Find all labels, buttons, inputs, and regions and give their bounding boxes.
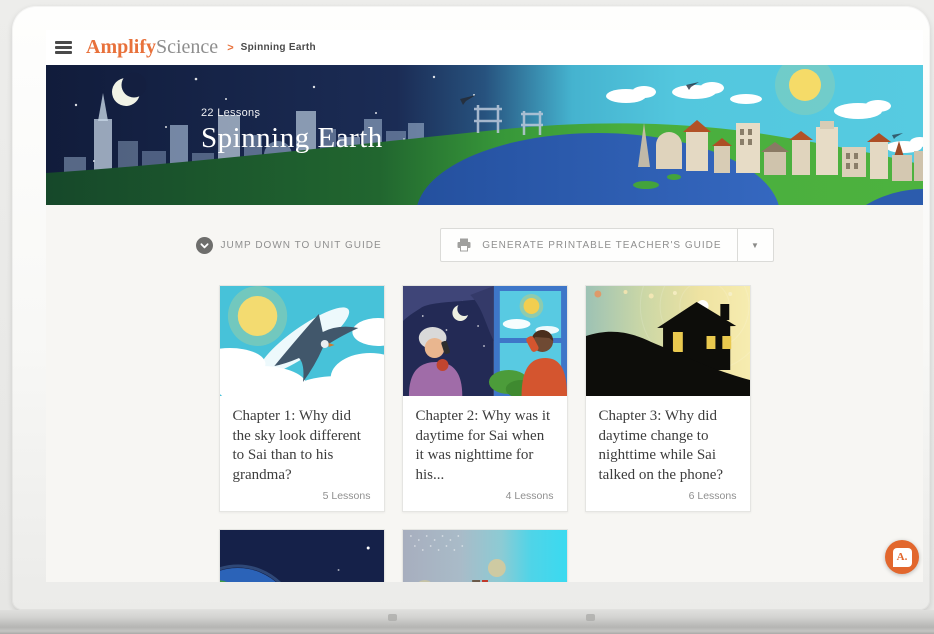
chapter-2-illustration — [403, 286, 567, 396]
printer-icon — [456, 238, 472, 252]
chapter-3-card[interactable]: Chapter 3: Why did daytime change to nig… — [585, 285, 751, 512]
chapter-title: Chapter 2: Why was it daytime for Sai wh… — [416, 407, 554, 485]
chapter-lessons-count: 4 Lessons — [416, 490, 554, 502]
help-widget-button[interactable]: A. — [885, 540, 919, 574]
laptop-base — [0, 610, 934, 634]
breadcrumb-current: Spinning Earth — [241, 42, 316, 53]
chapter-2-card[interactable]: Chapter 2: Why was it daytime for Sai wh… — [402, 285, 568, 512]
menu-icon[interactable] — [55, 41, 72, 54]
laptop-hinge-notch — [388, 614, 397, 621]
jump-to-unit-guide-link[interactable]: JUMP DOWN TO UNIT GUIDE — [196, 237, 382, 254]
amplify-chat-bubble-icon: A. — [893, 548, 912, 567]
breadcrumb-separator-icon: > — [227, 42, 233, 54]
laptop-hinge-notch — [586, 614, 595, 621]
chapter-5-card-preview[interactable] — [402, 529, 568, 582]
chevron-down-circle-icon — [196, 237, 213, 254]
guide-options-dropdown-button[interactable]: ▼ — [737, 229, 773, 261]
chapter-card-grid: Chapter 1: Why did the sky look differen… — [219, 285, 751, 582]
generate-button-label: GENERATE PRINTABLE TEACHER'S GUIDE — [482, 240, 721, 251]
brand-science: Science — [156, 36, 218, 58]
app-window: AmplifyScience > Spinning Earth — [46, 30, 923, 582]
generate-guide-split-button: GENERATE PRINTABLE TEACHER'S GUIDE ▼ — [440, 228, 773, 262]
unit-title: Spinning Earth — [201, 122, 383, 155]
day-night-earth-illustration — [46, 65, 923, 205]
chapter-title: Chapter 3: Why did daytime change to nig… — [599, 407, 737, 485]
top-navigation-bar: AmplifyScience > Spinning Earth — [46, 30, 923, 65]
avatar-label: A. — [897, 551, 908, 563]
chapter-1-card[interactable]: Chapter 1: Why did the sky look differen… — [219, 285, 385, 512]
jump-link-label: JUMP DOWN TO UNIT GUIDE — [221, 240, 382, 251]
chapter-lessons-count: 6 Lessons — [599, 490, 737, 502]
unit-hero-banner: 22 Lessons Spinning Earth — [46, 65, 923, 205]
chapter-4-card-preview[interactable] — [219, 529, 385, 582]
chapter-lessons-count: 5 Lessons — [233, 490, 371, 502]
brand-logo[interactable]: AmplifyScience — [86, 36, 218, 59]
caret-down-icon: ▼ — [751, 241, 759, 250]
chapter-5-illustration — [403, 530, 567, 582]
laptop-screen-frame: AmplifyScience > Spinning Earth — [12, 6, 930, 610]
generate-teachers-guide-button[interactable]: GENERATE PRINTABLE TEACHER'S GUIDE — [441, 229, 736, 261]
chapter-1-illustration — [220, 286, 384, 396]
unit-toolbar: JUMP DOWN TO UNIT GUIDE GENERATE PRINTAB… — [196, 228, 774, 262]
chapter-4-illustration — [220, 530, 384, 582]
unit-lessons-count: 22 Lessons — [201, 107, 383, 119]
chapter-3-illustration — [586, 286, 750, 396]
chapter-title: Chapter 1: Why did the sky look differen… — [233, 407, 371, 485]
brand-amplify: Amplify — [86, 36, 156, 58]
